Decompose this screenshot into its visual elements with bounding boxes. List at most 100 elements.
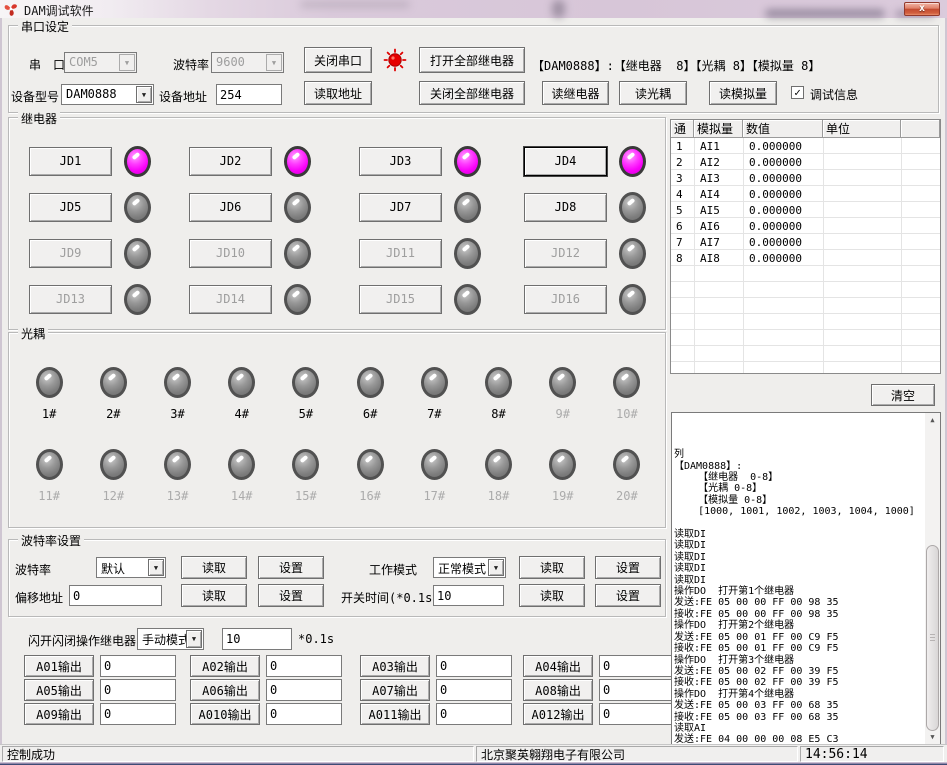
read-relay-button[interactable]: 读继电器 [542, 81, 609, 105]
close-all-relays-button[interactable]: 关闭全部继电器 [419, 81, 525, 105]
relay-button[interactable]: JD5 [29, 193, 112, 222]
baud-select[interactable]: 9600 ▼ [211, 52, 284, 73]
switch-time-read-button[interactable]: 读取 [519, 584, 585, 607]
baud-set-label: 波特率 [15, 561, 51, 578]
switch-time-input[interactable] [433, 585, 504, 606]
relay-button[interactable]: JD14 [189, 285, 272, 314]
relay-button[interactable]: JD6 [189, 193, 272, 222]
offset-set-button[interactable]: 设置 [258, 584, 324, 607]
close-port-button[interactable]: 关闭串口 [304, 47, 372, 73]
offset-addr-input[interactable] [69, 585, 162, 606]
chevron-down-icon[interactable]: ▼ [488, 559, 504, 576]
chevron-down-icon[interactable]: ▼ [186, 630, 202, 648]
opto-item: 7# [402, 359, 466, 441]
chevron-down-icon[interactable]: ▼ [148, 559, 164, 576]
output-value-input[interactable] [266, 703, 342, 725]
output-button[interactable]: A06输出 [190, 679, 260, 701]
output-value-input[interactable] [436, 679, 512, 701]
output-button[interactable]: A011输出 [360, 703, 430, 725]
opto-item: 14# [210, 441, 274, 523]
open-all-relays-button[interactable]: 打开全部继电器 [419, 47, 525, 73]
flash-time-input[interactable] [222, 628, 292, 650]
output-value-input[interactable] [436, 655, 512, 677]
port-select[interactable]: COM5 ▼ [64, 52, 137, 73]
relay-button[interactable]: JD7 [359, 193, 442, 222]
output-value-input[interactable] [100, 655, 176, 677]
output-value-input[interactable] [599, 679, 675, 701]
opto-item: 16# [338, 441, 402, 523]
debug-info-checkbox[interactable]: ✓ [791, 86, 804, 99]
output-value-input[interactable] [266, 655, 342, 677]
relay-button[interactable]: JD16 [524, 285, 607, 314]
offset-addr-label: 偏移地址 [15, 589, 63, 606]
read-analog-button[interactable]: 读模拟量 [709, 81, 777, 105]
workmode-select[interactable]: 正常模式 ▼ [433, 557, 506, 578]
output-button[interactable]: A03输出 [360, 655, 430, 677]
output-cell: A02输出 [190, 654, 360, 678]
opto-state-led-icon [228, 449, 255, 480]
output-value-input[interactable] [599, 655, 675, 677]
device-model-select[interactable]: DAM0888 ▼ [61, 84, 154, 105]
scrollbar-thumb[interactable] [926, 545, 939, 730]
relay-button[interactable]: JD12 [524, 239, 607, 268]
output-button[interactable]: A01输出 [24, 655, 94, 677]
relay-button[interactable]: JD15 [359, 285, 442, 314]
relay-group: 继电器 JD1 JD2 JD3 JD4 JD5 [8, 117, 666, 330]
output-button[interactable]: A09输出 [24, 703, 94, 725]
read-addr-button[interactable]: 读取地址 [304, 81, 372, 105]
output-value-input[interactable] [436, 703, 512, 725]
relay-state-led-icon [124, 146, 151, 177]
col-unit[interactable]: 单位 [823, 120, 901, 138]
opto-state-led-icon [485, 449, 512, 480]
relay-button[interactable]: JD9 [29, 239, 112, 268]
col-name[interactable]: 模拟量 [694, 120, 743, 138]
col-channel[interactable]: 通 [671, 120, 694, 138]
close-button[interactable]: x [904, 2, 940, 16]
scroll-down-icon[interactable]: ▼ [925, 730, 940, 744]
output-button[interactable]: A07输出 [360, 679, 430, 701]
relay-button[interactable]: JD10 [189, 239, 272, 268]
output-value-input[interactable] [100, 703, 176, 725]
device-addr-input[interactable] [216, 84, 282, 105]
workmode-read-button[interactable]: 读取 [519, 556, 585, 579]
switch-time-set-button[interactable]: 设置 [595, 584, 661, 607]
table-row: 1 AI1 0.000000 [671, 138, 940, 154]
log-scrollbar[interactable]: ▲ ▼ [925, 413, 940, 744]
output-button[interactable]: A012输出 [523, 703, 593, 725]
output-button[interactable]: A05输出 [24, 679, 94, 701]
output-value-input[interactable] [266, 679, 342, 701]
offset-read-button[interactable]: 读取 [181, 584, 247, 607]
log-line: 发送:FE 05 00 02 FF 00 39 F5 [674, 666, 924, 677]
opto-state-led-icon [36, 449, 63, 480]
relay-button[interactable]: JD4 [524, 147, 607, 176]
chevron-down-icon[interactable]: ▼ [136, 86, 152, 103]
clear-log-button[interactable]: 清空 [871, 384, 935, 406]
baud-set-button[interactable]: 设置 [258, 556, 324, 579]
relay-state-led-icon [454, 146, 481, 177]
relay-button[interactable]: JD8 [524, 193, 607, 222]
relay-state-led-icon [454, 284, 481, 315]
scroll-up-icon[interactable]: ▲ [925, 413, 940, 427]
relay-button[interactable]: JD1 [29, 147, 112, 176]
baud-read-button[interactable]: 读取 [181, 556, 247, 579]
read-opto-button[interactable]: 读光耦 [619, 81, 687, 105]
log-line: 读取AI [674, 723, 924, 734]
opto-label: 2# [106, 407, 120, 421]
output-value-input[interactable] [599, 703, 675, 725]
output-button[interactable]: A08输出 [523, 679, 593, 701]
output-value-input[interactable] [100, 679, 176, 701]
chevron-down-icon[interactable]: ▼ [266, 54, 282, 71]
baud-mode-select[interactable]: 默认 ▼ [96, 557, 166, 578]
output-button[interactable]: A02输出 [190, 655, 260, 677]
opto-state-led-icon [549, 367, 576, 398]
chevron-down-icon[interactable]: ▼ [119, 54, 135, 71]
relay-button[interactable]: JD3 [359, 147, 442, 176]
flash-mode-select[interactable]: 手动模式 ▼ [137, 628, 204, 650]
relay-button[interactable]: JD2 [189, 147, 272, 176]
relay-button[interactable]: JD13 [29, 285, 112, 314]
workmode-set-button[interactable]: 设置 [595, 556, 661, 579]
output-button[interactable]: A04输出 [523, 655, 593, 677]
relay-button[interactable]: JD11 [359, 239, 442, 268]
output-button[interactable]: A010输出 [190, 703, 260, 725]
col-value[interactable]: 数值 [743, 120, 823, 138]
